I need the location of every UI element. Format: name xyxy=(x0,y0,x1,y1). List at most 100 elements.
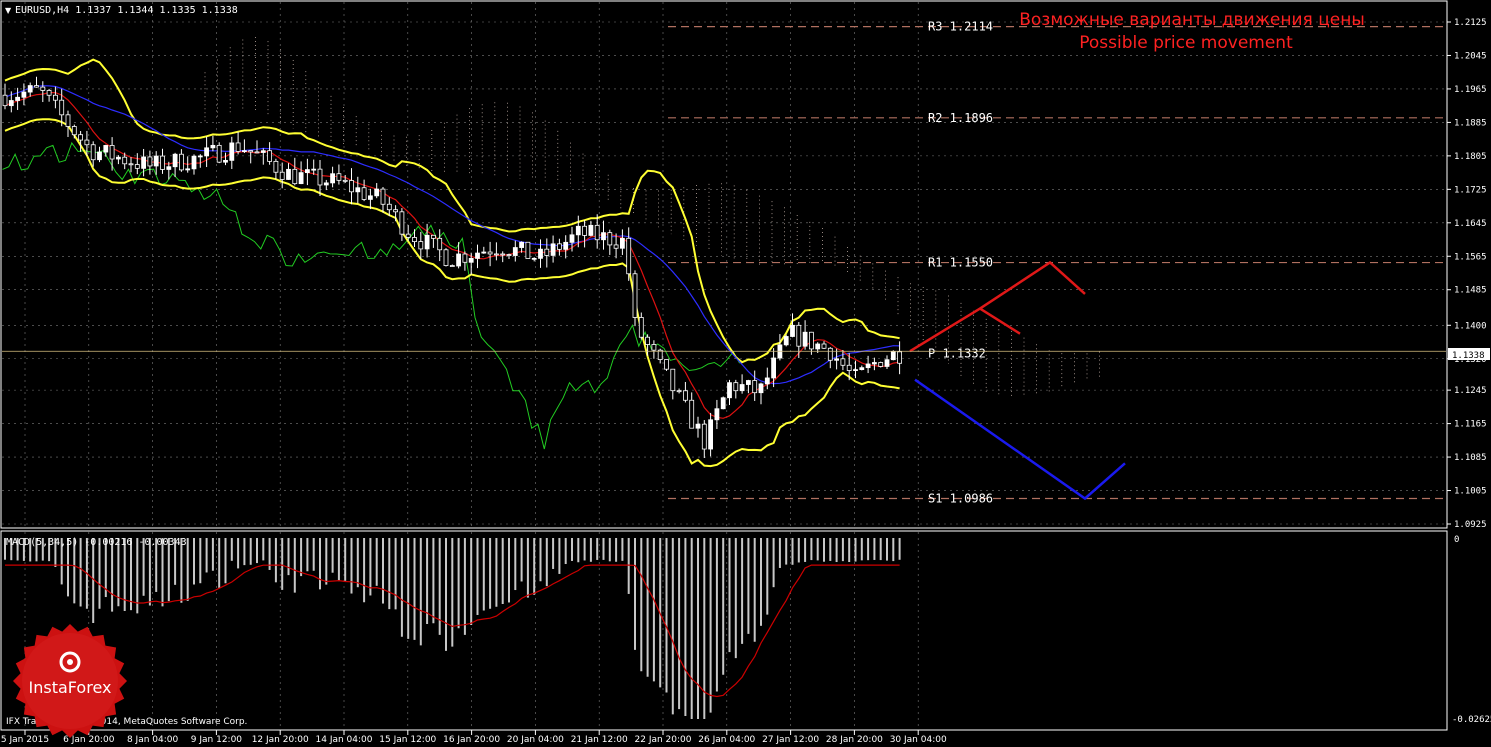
macd-histogram xyxy=(4,538,901,719)
candle-bearish xyxy=(878,362,884,367)
candle-bearish xyxy=(46,90,52,96)
time-tick-label: 12 Jan 20:00 xyxy=(252,735,309,745)
candle-bullish xyxy=(884,359,890,367)
candle-bearish xyxy=(638,317,644,338)
price-tick-label: 1.1245 xyxy=(1454,386,1487,396)
candle-bullish xyxy=(330,173,336,184)
pivot-label-r3: R3 1.2114 xyxy=(928,20,993,34)
candle-bullish xyxy=(241,150,247,153)
ichimoku-lines xyxy=(4,85,900,419)
candle-bullish xyxy=(223,159,228,163)
price-tick-label: 1.1085 xyxy=(1454,453,1487,463)
logo-text: InstaForex xyxy=(29,678,112,697)
candle-bearish xyxy=(809,331,814,350)
candlesticks xyxy=(2,76,902,459)
candle-bearish xyxy=(393,209,399,213)
candle-bearish xyxy=(626,237,632,275)
candle-bearish xyxy=(500,253,506,256)
time-tick-label: 14 Jan 04:00 xyxy=(316,735,373,745)
candle-bullish xyxy=(103,145,109,153)
macd-tick-label: 0 xyxy=(1454,535,1459,545)
candle-bullish xyxy=(563,241,569,250)
time-axis[interactable]: 5 Jan 2015 6 Jan 20:00 8 Jan 04:00 9 Jan 12… xyxy=(1,730,947,745)
candle-bearish xyxy=(405,233,411,238)
price-tick-label: 1.1805 xyxy=(1454,152,1487,162)
candle-bearish xyxy=(122,156,128,165)
candle-bearish xyxy=(689,399,695,429)
candle-bearish xyxy=(160,155,165,170)
candle-bullish xyxy=(720,397,726,410)
candle-bearish xyxy=(683,390,688,401)
candle-bullish xyxy=(374,188,380,197)
candle-bullish xyxy=(323,182,329,186)
candle-bearish xyxy=(71,126,77,136)
candle-bullish xyxy=(569,234,575,243)
candle-bullish xyxy=(802,331,808,347)
candle-bearish xyxy=(752,380,758,394)
candle-bullish xyxy=(783,336,789,346)
price-axis[interactable]: 1.2125 1.2045 1.1965 1.1885 1.1805 1.1725 1.16… xyxy=(1447,18,1491,725)
candle-bearish xyxy=(664,359,669,370)
pivot-label-s1: S1 1.0986 xyxy=(928,491,993,505)
candle-bearish xyxy=(846,364,852,371)
candle-bullish xyxy=(475,252,480,259)
annotation-en: Possible price movement xyxy=(1079,33,1293,53)
pivot-label-r2: R2 1.1896 xyxy=(928,111,993,125)
time-tick-label: 5 Jan 2015 xyxy=(1,735,49,745)
candle-bearish xyxy=(733,382,739,392)
candle-bearish xyxy=(292,168,298,185)
candle-bearish xyxy=(840,358,846,366)
price-tick-label: 1.0925 xyxy=(1454,520,1487,530)
candle-bearish xyxy=(380,188,386,205)
pivot-label-r1: R1 1.1550 xyxy=(928,256,993,270)
candle-bullish xyxy=(815,343,821,350)
candle-bullish xyxy=(859,367,865,370)
candle-bullish xyxy=(538,248,543,259)
candle-bullish xyxy=(153,155,159,167)
candle-bearish xyxy=(128,163,134,166)
candle-bearish xyxy=(254,151,260,154)
candle-bearish xyxy=(2,94,8,107)
candle-bearish xyxy=(544,248,550,256)
macd-tick-label: -0.02625 xyxy=(1452,715,1491,725)
candle-bearish xyxy=(827,347,833,361)
chikou-line xyxy=(2,141,741,450)
candle-bearish xyxy=(676,390,682,393)
candle-bearish xyxy=(178,153,184,171)
candle-bullish xyxy=(468,258,474,263)
candle-bullish xyxy=(834,358,839,361)
candle-bullish xyxy=(739,384,745,392)
candle-bearish xyxy=(361,187,367,200)
candle-bullish xyxy=(116,156,121,160)
time-tick-label: 28 Jan 20:00 xyxy=(826,735,883,745)
candle-bearish xyxy=(582,225,587,236)
candle-bullish xyxy=(15,96,21,101)
candle-bearish xyxy=(651,344,657,351)
candle-bullish xyxy=(550,243,556,256)
candle-bearish xyxy=(273,160,279,173)
candle-bullish xyxy=(575,225,581,236)
candle-bullish xyxy=(764,377,770,385)
candle-bearish xyxy=(796,324,802,347)
candle-bullish xyxy=(229,142,235,161)
candle-bearish xyxy=(134,164,140,169)
candle-bearish xyxy=(399,211,405,235)
time-tick-label: 27 Jan 12:00 xyxy=(762,735,819,745)
candle-bullish xyxy=(298,172,304,185)
candle-bullish xyxy=(865,363,871,369)
candle-bullish xyxy=(424,234,430,250)
candle-bearish xyxy=(613,244,619,249)
candle-bullish xyxy=(286,168,291,180)
candle-bullish xyxy=(872,362,877,365)
candle-bullish xyxy=(456,253,462,267)
candle-bullish xyxy=(853,369,858,371)
collapse-arrow-icon[interactable]: ▼ xyxy=(5,6,12,15)
candle-bullish xyxy=(531,257,537,260)
price-tick-label: 1.1645 xyxy=(1454,219,1487,229)
candle-bearish xyxy=(701,423,707,450)
price-tick-label: 1.1565 xyxy=(1454,252,1487,262)
candle-bullish xyxy=(185,168,191,171)
time-tick-label: 8 Jan 04:00 xyxy=(127,735,179,745)
price-tick-label: 1.1885 xyxy=(1454,118,1487,128)
time-tick-label: 21 Jan 12:00 xyxy=(571,735,628,745)
